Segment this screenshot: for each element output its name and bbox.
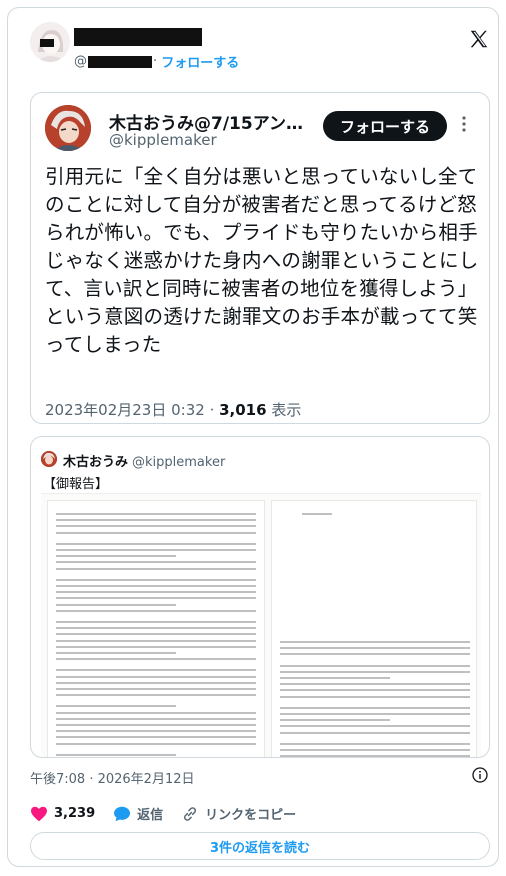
- document-text-line: [56, 561, 256, 564]
- document-text-line: [280, 749, 470, 751]
- document-text-line: [56, 669, 256, 672]
- document-text-line: [280, 725, 470, 728]
- document-text-line: [56, 603, 176, 606]
- quoted-tweet-date[interactable]: 2023年02月23日 0:32 ·: [45, 401, 219, 419]
- document-text-line: [56, 531, 256, 534]
- document-page-left: [47, 500, 265, 757]
- info-icon[interactable]: [472, 767, 488, 783]
- document-text-line: [280, 695, 470, 698]
- document-text-line: [280, 641, 470, 643]
- action-bar: 3,239 返信 リンクをコピー: [30, 804, 314, 823]
- avatar-illustration-icon: [45, 105, 91, 151]
- document-text-line: [56, 742, 256, 745]
- more-icon[interactable]: [461, 115, 467, 133]
- handle-prefix: @: [74, 54, 87, 69]
- document-text-line: [56, 675, 256, 678]
- tweet-card: @ · フォローする 木古おうみ@7/15アン… @kipplemaker フォ…: [7, 7, 499, 867]
- tweet-timestamp[interactable]: 午後7:08 · 2026年2月12日: [30, 768, 195, 787]
- document-text-line: [280, 719, 390, 722]
- document-text-line: [56, 621, 256, 623]
- author-handle-line: @ · フォローする: [74, 52, 239, 71]
- document-text-line: [56, 658, 256, 661]
- heart-icon: [31, 806, 47, 821]
- redacted-handle: [88, 55, 152, 68]
- embedded-tweet[interactable]: 木古おうみ @kipplemaker 【御報告】: [30, 436, 490, 758]
- quoted-tweet-meta: 2023年02月23日 0:32 · 3,016 表示: [45, 399, 301, 420]
- x-logo-icon[interactable]: [468, 28, 490, 50]
- embedded-avatar: [41, 451, 57, 467]
- document-text-line: [56, 578, 256, 581]
- document-text-line: [280, 742, 470, 745]
- embedded-author-handle: @kipplemaker: [132, 455, 226, 470]
- document-text-line: [56, 705, 176, 708]
- view-count: 3,016: [219, 401, 267, 419]
- document-text-line: [56, 519, 256, 522]
- document-text-line: [56, 542, 256, 545]
- document-text-line: [56, 627, 256, 630]
- document-text-line: [56, 513, 256, 515]
- copy-link-label: リンクをコピー: [205, 808, 297, 823]
- document-image[interactable]: [41, 493, 481, 757]
- document-text-line: [56, 591, 256, 594]
- quoted-avatar[interactable]: [45, 105, 91, 151]
- document-text-line: [56, 597, 256, 600]
- document-text-line: [56, 724, 256, 726]
- redacted-display-name: [74, 28, 202, 46]
- document-text-line: [56, 711, 256, 714]
- avatar[interactable]: [30, 22, 70, 62]
- document-text-line: [280, 664, 470, 667]
- document-text-line: [280, 713, 470, 715]
- separator-dot: ·: [153, 54, 162, 69]
- document-text-line: [56, 681, 256, 684]
- document-text-line: [56, 567, 256, 570]
- document-text-line: [56, 525, 256, 528]
- document-text-line: [56, 639, 256, 642]
- document-text-line: [56, 652, 176, 654]
- copy-link-button[interactable]: リンクをコピー: [181, 804, 296, 823]
- document-text-line: [56, 585, 256, 587]
- quoted-author-handle[interactable]: @kipplemaker: [109, 131, 217, 149]
- embedded-author-name: 木古おうみ: [63, 455, 129, 470]
- link-icon: [184, 806, 197, 821]
- document-text-line: [280, 670, 470, 673]
- document-text-line: [280, 731, 470, 734]
- document-text-line: [56, 694, 256, 697]
- quoted-tweet-text: 引用元に「全く自分は悪いと思っていないし全てのことに対して自分が被害者だと思って…: [45, 165, 479, 356]
- read-replies-button[interactable]: 3件の返信を読む: [30, 832, 490, 860]
- follow-link[interactable]: フォローする: [161, 52, 239, 71]
- document-text-line: [56, 717, 256, 720]
- like-button[interactable]: 3,239: [30, 806, 95, 822]
- document-text-line: [280, 653, 470, 656]
- document-text-line: [280, 683, 470, 686]
- document-text-line: [56, 688, 256, 690]
- document-text-line: [56, 753, 176, 756]
- avatar-illustration-icon: [41, 451, 57, 467]
- embedded-tweet-text: 【御報告】: [43, 477, 109, 492]
- document-text-line: [302, 513, 332, 515]
- reply-label: 返信: [137, 808, 164, 823]
- document-text-line: [56, 609, 256, 612]
- follow-button[interactable]: フォローする: [323, 111, 447, 141]
- avatar-illustration-icon: [30, 22, 70, 62]
- document-text-line: [280, 677, 390, 679]
- document-text-line: [56, 730, 256, 733]
- document-text-line: [56, 549, 256, 551]
- quoted-tweet[interactable]: 木古おうみ@7/15アン… @kipplemaker フォローする 引用元に「全…: [30, 92, 490, 424]
- document-text-line: [280, 689, 470, 692]
- document-text-line: [280, 755, 470, 757]
- reply-button[interactable]: 返信: [113, 804, 163, 823]
- document-text-line: [56, 736, 256, 739]
- document-text-line: [56, 645, 256, 648]
- document-page-right: [271, 500, 477, 757]
- document-text-line: [280, 706, 470, 709]
- view-label: 表示: [266, 401, 302, 419]
- document-text-line: [280, 647, 470, 650]
- document-text-line: [56, 633, 256, 636]
- like-count: 3,239: [54, 806, 96, 821]
- embedded-author: 木古おうみ @kipplemaker: [63, 451, 225, 470]
- reply-bubble-icon: [114, 806, 131, 821]
- document-text-line: [56, 555, 176, 558]
